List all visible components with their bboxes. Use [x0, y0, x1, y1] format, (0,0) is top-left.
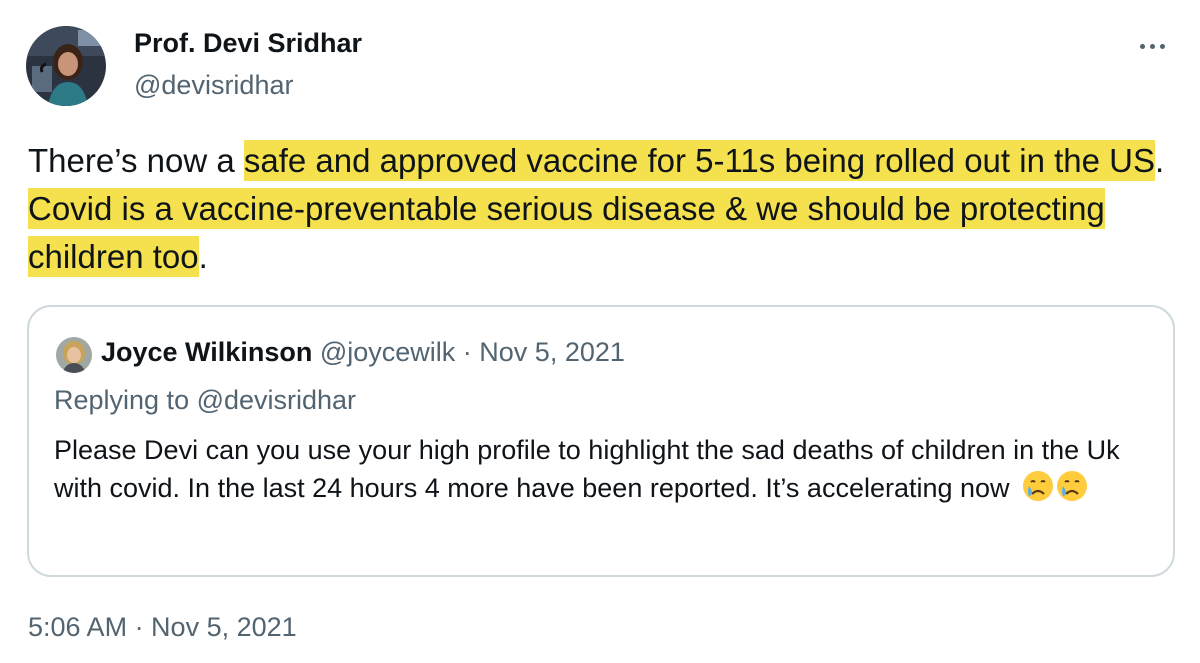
quoted-text-block: Please Devi can you use your high profil…	[54, 431, 1154, 507]
quoted-author-avatar[interactable]	[56, 337, 92, 373]
author-avatar[interactable]	[26, 26, 106, 106]
quoted-header: Joyce Wilkinson @joycewilk · Nov 5, 2021	[101, 337, 625, 368]
quoted-author-name[interactable]: Joyce Wilkinson	[101, 337, 312, 367]
quoted-date[interactable]: Nov 5, 2021	[479, 337, 625, 367]
tweet-text-part: .	[1154, 142, 1165, 179]
author-name[interactable]: Prof. Devi Sridhar	[134, 28, 362, 59]
tweet-text-highlight: safe and approved vaccine for 5-11s bein…	[243, 140, 1155, 181]
tweet-text-part: There’s now a	[28, 142, 244, 179]
tweet-text-highlight: Covid is a vaccine-preventable serious d…	[28, 188, 1105, 277]
tweet-card: Prof. Devi Sridhar @devisridhar There’s …	[0, 0, 1200, 663]
crying-face-icon	[1021, 469, 1055, 503]
quoted-separator: ·	[455, 337, 480, 367]
tweet-timestamp[interactable]: 5:06 AM · Nov 5, 2021	[28, 612, 297, 643]
tweet-text: There’s now a safe and approved vaccine …	[28, 137, 1178, 281]
author-handle[interactable]: @devisridhar	[134, 70, 293, 101]
quoted-replying-to[interactable]: Replying to @devisridhar	[54, 385, 356, 416]
quoted-author-handle[interactable]: @joycewilk	[320, 337, 455, 367]
quoted-tweet[interactable]: Joyce Wilkinson @joycewilk · Nov 5, 2021…	[27, 305, 1175, 577]
crying-face-icon	[1055, 469, 1089, 503]
more-icon[interactable]	[1132, 34, 1172, 58]
tweet-text-part: .	[198, 238, 208, 275]
quoted-text: Please Devi can you use your high profil…	[54, 435, 1120, 503]
